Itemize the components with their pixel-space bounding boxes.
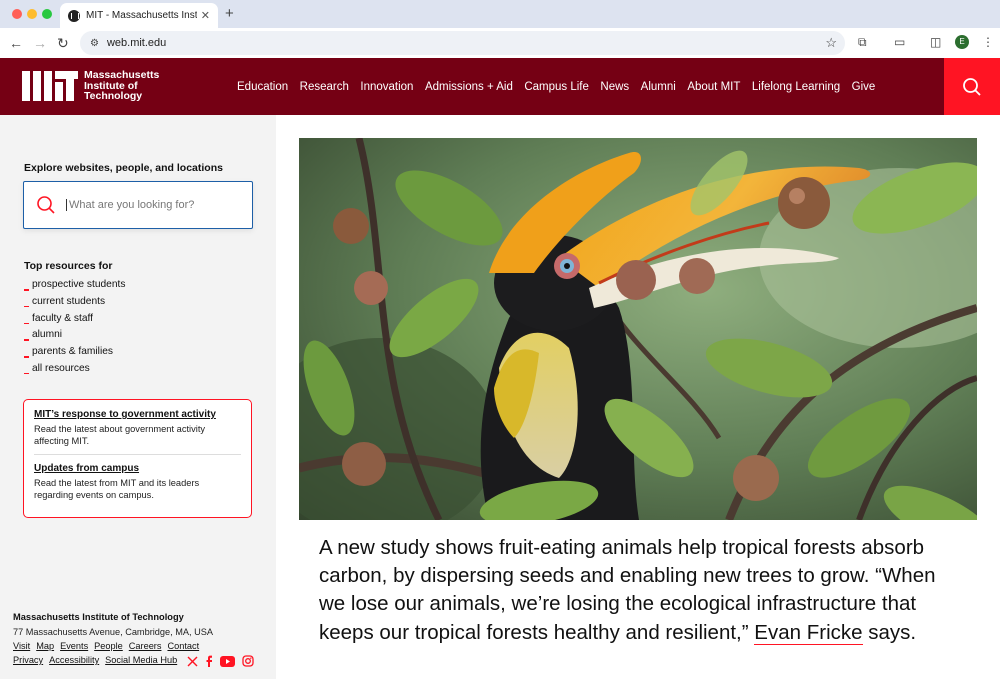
sidebar: Explore websites, people, and locations … [0,115,276,679]
search-input[interactable] [66,199,236,211]
address-bar[interactable]: ⚙ web.mit.edu ☆ [80,31,845,55]
footer-link-contact[interactable]: Contact [167,641,199,651]
resource-link-prospective-students[interactable]: prospective students [24,277,125,294]
nav-item-give[interactable]: Give [852,81,876,93]
notice-box: MIT’s response to government activity Re… [23,399,252,518]
nav-item-research[interactable]: Research [300,81,349,93]
notice-text: Read the latest about government activit… [34,424,206,446]
search-icon [37,196,55,214]
footer-address: 77 Massachusetts Avenue, Cambridge, MA, … [13,627,214,637]
browser-tab-bar: MIT - Massachusetts Institute ✕ + [0,0,1000,28]
notice-link-government[interactable]: MIT’s response to government activity [34,409,241,420]
resource-link-current-students[interactable]: current students [24,294,125,311]
mit-logo-mark-icon [22,71,78,101]
bookmark-star-icon[interactable]: ☆ [825,35,837,51]
footer-link-privacy[interactable]: Privacy [13,655,43,667]
facebook-icon[interactable] [205,655,213,667]
footer-link-visit[interactable]: Visit [13,641,30,651]
resource-link-all-resources[interactable]: all resources [24,361,125,378]
resources-list: prospective students current students facu… [24,277,125,378]
extensions-icon[interactable]: ⧉ [858,35,867,50]
nav-item-alumni[interactable]: Alumni [641,81,676,93]
tab-title: MIT - Massachusetts Institute [86,10,197,21]
x-icon[interactable] [187,656,198,667]
footer-link-people[interactable]: People [94,641,123,651]
nav-item-innovation[interactable]: Innovation [360,81,413,93]
cast-icon[interactable]: ▭ [894,35,905,49]
nav-item-news[interactable]: News [600,81,629,93]
nav-item-education[interactable]: Education [237,81,288,93]
youtube-icon[interactable] [220,655,236,667]
footer-link-accessibility[interactable]: Accessibility [49,655,99,667]
url-text: web.mit.edu [106,37,167,49]
maximize-window-button[interactable] [42,9,52,19]
search-icon [963,77,981,96]
resource-link-parents-families[interactable]: parents & families [24,344,125,361]
people-search-box[interactable] [23,181,253,229]
footer-link-map[interactable]: Map [36,641,54,651]
browser-toolbar: ← → ↻ ⚙ web.mit.edu ☆ ⧉ ▭ ◫ E ⋮ [0,28,1000,58]
sidebar-footer: Massachusetts Institute of Technology 77… [13,612,273,667]
site-info-icon[interactable]: ⚙ [90,38,99,49]
evan-fricke-link[interactable]: Evan Fricke [754,620,863,645]
nav-item-lifelong-learning[interactable]: Lifelong Learning [752,81,840,93]
back-icon[interactable]: ← [9,34,23,52]
main-content: A new study shows fruit-eating animals h… [276,115,1000,679]
hero-image-hornbill [299,138,977,520]
menu-kebab-icon[interactable]: ⋮ [982,35,994,49]
instagram-icon[interactable] [242,655,254,667]
close-window-button[interactable] [12,9,22,19]
notice-text: Read the latest from MIT and its leaders… [34,478,200,500]
footer-institution-name: Massachusetts Institute of Technology [13,612,184,622]
nav-item-admissions-aid[interactable]: Admissions + Aid [425,81,513,93]
mit-favicon-icon [68,9,80,22]
nav-item-about-mit[interactable]: About MIT [687,81,740,93]
footer-link-careers[interactable]: Careers [129,641,162,651]
footer-link-social-media-hub[interactable]: Social Media Hub [105,655,177,667]
footer-links-row: Visit Map Events People Careers Contact [13,641,273,651]
explore-heading: Explore websites, people, and locations [24,162,223,174]
divider [34,454,241,455]
minimize-window-button[interactable] [27,9,37,19]
new-tab-icon[interactable]: + [225,5,234,22]
hero-caption: A new study shows fruit-eating animals h… [319,536,936,645]
notice-link-campus-updates[interactable]: Updates from campus [34,463,241,474]
mit-logo-text: Massachusetts Institute of Technology [84,69,160,103]
footer-links-row: Privacy Accessibility Social Media Hub [13,655,273,667]
resource-link-faculty-staff[interactable]: faculty & staff [24,311,125,328]
tab-search-icon[interactable]: ◫ [930,35,941,49]
reload-icon[interactable]: ↻ [57,34,69,52]
footer-link-events[interactable]: Events [60,641,88,651]
nav-item-campus-life[interactable]: Campus Life [524,81,589,93]
social-icons [187,655,254,667]
main-navigation: Education Research Innovation Admissions + … [237,58,875,115]
mit-logo[interactable]: Massachusetts Institute of Technology [22,69,160,103]
top-resources-heading: Top resources for [24,260,113,272]
site-search-button[interactable] [944,58,1000,115]
browser-tab[interactable]: MIT - Massachusetts Institute ✕ [60,3,218,28]
resource-link-alumni[interactable]: alumni [24,327,125,344]
forward-icon[interactable]: → [33,34,47,52]
profile-avatar[interactable]: E [955,35,969,49]
close-tab-icon[interactable]: ✕ [201,9,210,22]
site-header: Massachusetts Institute of Technology Ed… [0,58,1000,115]
